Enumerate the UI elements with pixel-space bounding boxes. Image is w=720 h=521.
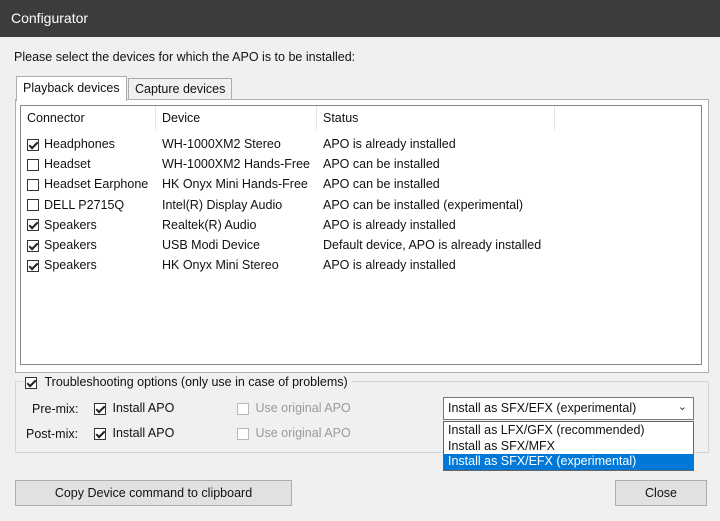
device-cell: HK Onyx Mini Stereo xyxy=(162,258,279,273)
connector-cell: Headset Earphone xyxy=(27,174,148,194)
postmix-label: Post-mix: xyxy=(26,427,79,441)
status-cell: Default device, APO is already installed xyxy=(323,237,542,252)
device-checkbox[interactable] xyxy=(27,199,39,212)
install-mode-option-sfx-efx[interactable]: Install as SFX/EFX (experimental) xyxy=(444,454,693,470)
device-checkbox[interactable] xyxy=(27,158,39,171)
column-status[interactable]: Status xyxy=(317,106,555,130)
postmix-original-label: Use original APO xyxy=(255,426,351,440)
premix-original-label: Use original APO xyxy=(255,401,351,415)
connector-label: Headset xyxy=(44,157,91,172)
table-row[interactable]: Headphones WH-1000XM2 Stereo APO is alread… xyxy=(21,134,701,154)
copy-device-command-button[interactable]: Copy Device command to clipboard xyxy=(15,480,292,506)
install-mode-option-lfx-gfx[interactable]: Install as LFX/GFX (recommended) xyxy=(444,423,693,439)
device-checkbox[interactable] xyxy=(27,259,39,272)
device-list-header: Connector Device Status xyxy=(21,106,701,130)
connector-label: DELL P2715Q xyxy=(44,197,125,212)
status-cell: APO can be installed (experimental) xyxy=(323,197,524,212)
status-cell: APO can be installed xyxy=(323,177,440,192)
status-cell: APO is already installed xyxy=(323,137,456,151)
device-cell: WH-1000XM2 Hands-Free xyxy=(162,157,310,172)
premix-install-checkbox[interactable] xyxy=(94,402,106,415)
table-row[interactable]: Headset Earphone HK Onyx Mini Hands-Free A… xyxy=(21,174,701,194)
chevron-down-icon[interactable]: ⌄ xyxy=(678,400,687,413)
install-mode-value: Install as SFX/EFX (experimental) xyxy=(448,401,637,415)
connector-label: Speakers xyxy=(44,237,97,252)
connector-label: Speakers xyxy=(44,217,97,232)
status-cell: APO can be installed xyxy=(323,157,440,172)
postmix-original-option[interactable]: Use original APO xyxy=(237,426,351,440)
device-checkbox[interactable] xyxy=(27,239,39,252)
tab-capture-devices[interactable]: Capture devices xyxy=(128,78,233,100)
playback-devices-panel: Connector Device Status Headphones WH-100… xyxy=(15,99,709,373)
device-rows: Headphones WH-1000XM2 Stereo APO is alread… xyxy=(21,134,701,275)
table-row[interactable]: Speakers USB Modi Device Default device, A… xyxy=(21,235,701,255)
title-bar: Configurator xyxy=(0,0,720,37)
troubleshooting-toggle[interactable]: Troubleshooting options (only use in cas… xyxy=(23,373,352,391)
tab-playback-devices[interactable]: Playback devices xyxy=(16,76,127,101)
connector-cell: Speakers xyxy=(27,255,97,275)
status-cell: APO is already installed xyxy=(323,258,456,273)
postmix-original-checkbox[interactable] xyxy=(237,427,249,440)
premix-install-label: Install APO xyxy=(112,401,175,415)
troubleshooting-label: Troubleshooting options (only use in cas… xyxy=(44,375,348,389)
install-mode-dropdown: Install as LFX/GFX (recommended) Install… xyxy=(443,421,694,471)
postmix-install-label: Install APO xyxy=(112,426,175,440)
device-cell: Intel(R) Display Audio xyxy=(162,197,283,212)
connector-label: Headset Earphone xyxy=(44,177,149,192)
close-button[interactable]: Close xyxy=(615,480,707,506)
device-cell: WH-1000XM2 Stereo xyxy=(162,137,281,151)
device-checkbox[interactable] xyxy=(27,138,39,151)
premix-label: Pre-mix: xyxy=(32,402,79,416)
window-title: Configurator xyxy=(11,10,89,26)
connector-label: Speakers xyxy=(44,258,97,273)
troubleshooting-checkbox[interactable] xyxy=(25,376,37,389)
connector-cell: Headphones xyxy=(27,134,115,154)
device-checkbox[interactable] xyxy=(27,219,39,232)
postmix-install-option[interactable]: Install APO xyxy=(94,426,174,440)
premix-original-option[interactable]: Use original APO xyxy=(237,401,351,415)
connector-cell: Speakers xyxy=(27,235,97,255)
device-cell: USB Modi Device xyxy=(162,237,260,252)
device-list[interactable]: Connector Device Status Headphones WH-100… xyxy=(20,105,702,365)
install-mode-option-sfx-mfx[interactable]: Install as SFX/MFX xyxy=(444,439,693,455)
premix-install-option[interactable]: Install APO xyxy=(94,401,174,415)
table-row[interactable]: Headset WH-1000XM2 Hands-Free APO can be i… xyxy=(21,154,701,174)
postmix-install-checkbox[interactable] xyxy=(94,427,106,440)
table-row[interactable]: DELL P2715Q Intel(R) Display Audio APO can… xyxy=(21,195,701,215)
column-connector[interactable]: Connector xyxy=(21,106,156,130)
status-cell: APO is already installed xyxy=(323,217,456,232)
device-cell: HK Onyx Mini Hands-Free xyxy=(162,177,308,192)
instruction-text: Please select the devices for which the … xyxy=(14,50,356,64)
column-device[interactable]: Device xyxy=(156,106,317,130)
connector-label: Headphones xyxy=(44,137,115,151)
install-mode-combobox[interactable]: Install as SFX/EFX (experimental) ⌄ xyxy=(443,397,694,420)
connector-cell: DELL P2715Q xyxy=(27,195,124,215)
device-checkbox[interactable] xyxy=(27,179,39,192)
table-row[interactable]: Speakers HK Onyx Mini Stereo APO is alread… xyxy=(21,255,701,275)
premix-original-checkbox[interactable] xyxy=(237,402,249,415)
connector-cell: Speakers xyxy=(27,215,97,235)
table-row[interactable]: Speakers Realtek(R) Audio APO is already i… xyxy=(21,215,701,235)
device-cell: Realtek(R) Audio xyxy=(162,217,257,232)
connector-cell: Headset xyxy=(27,154,91,174)
